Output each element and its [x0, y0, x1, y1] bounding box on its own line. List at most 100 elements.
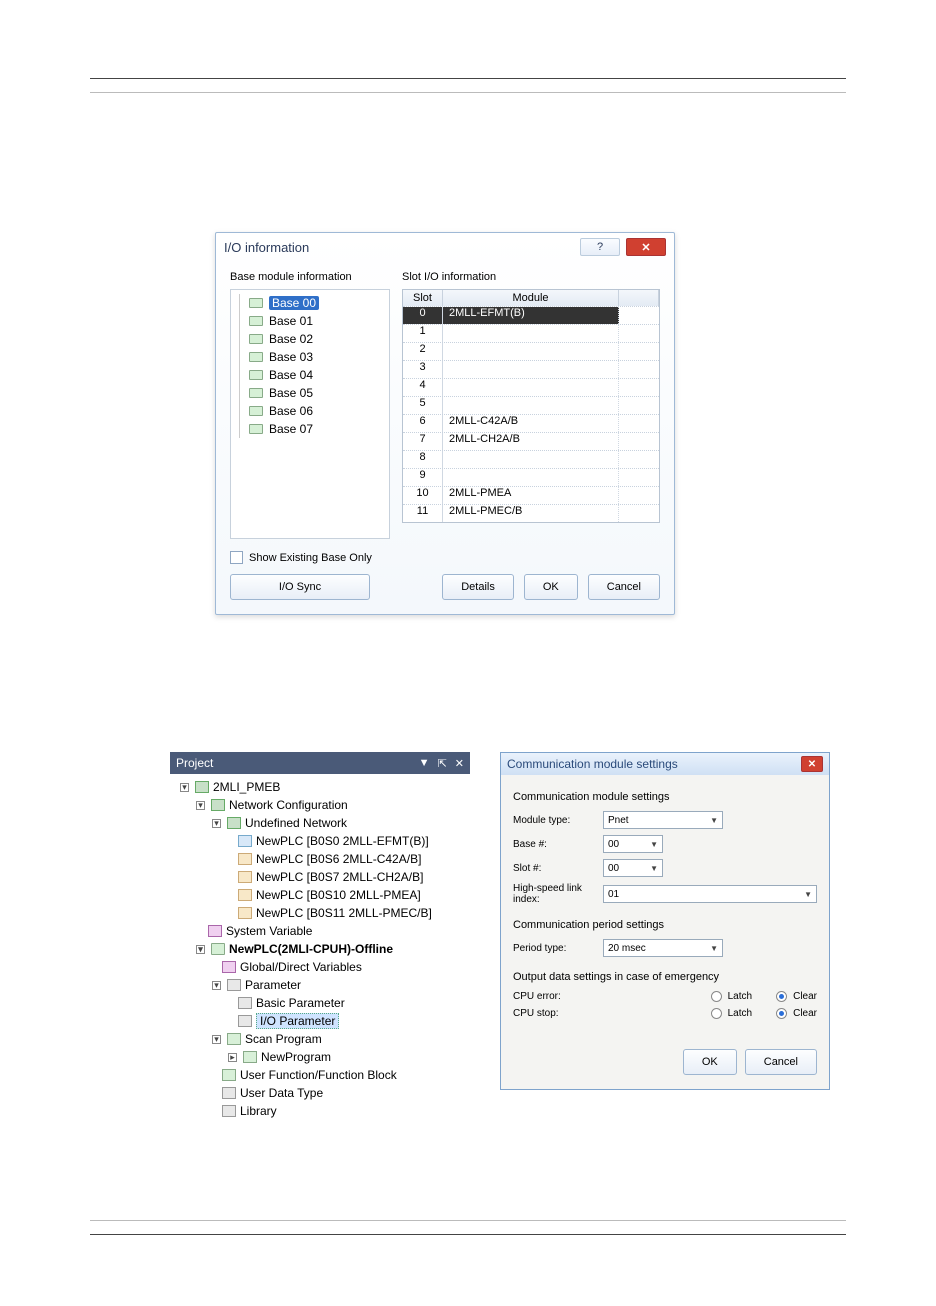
- ok-button[interactable]: OK: [524, 574, 578, 600]
- chevron-down-icon: ▼: [650, 864, 658, 873]
- period-type-combo[interactable]: 20 msec▼: [603, 939, 723, 957]
- tree-plc-node[interactable]: NewPLC [B0S0 2MLL-EFMT(B)]: [170, 832, 470, 850]
- table-row[interactable]: 2: [403, 342, 659, 360]
- table-row[interactable]: 02MLL-EFMT(B): [403, 306, 659, 324]
- io-title-bar[interactable]: I/O information ? ✕: [216, 233, 674, 261]
- base-label: Base 03: [269, 350, 313, 364]
- close-button[interactable]: ✕: [626, 238, 666, 256]
- help-button[interactable]: ?: [580, 238, 620, 256]
- tree-root[interactable]: ▾2MLI_PMEB: [170, 778, 470, 796]
- base-item[interactable]: Base 01: [235, 312, 385, 330]
- chevron-down-icon: ▼: [710, 816, 718, 825]
- tree-io-parameter[interactable]: I/O Parameter: [170, 1012, 470, 1030]
- variable-icon: [208, 925, 222, 937]
- program-icon: [227, 1033, 241, 1045]
- base-item[interactable]: Base 00: [235, 294, 385, 312]
- base-item[interactable]: Base 03: [235, 348, 385, 366]
- slot-number-label: Slot #:: [513, 863, 603, 874]
- library-icon: [222, 1105, 236, 1117]
- footer-rule: [90, 1234, 846, 1235]
- base-icon: [249, 406, 263, 416]
- dropdown-icon[interactable]: ▼: [419, 757, 430, 769]
- table-row[interactable]: 8: [403, 450, 659, 468]
- col-slot: Slot: [403, 290, 443, 306]
- base-label: Base 00: [269, 296, 319, 310]
- base-item[interactable]: Base 06: [235, 402, 385, 420]
- header-subrule: [90, 92, 846, 93]
- cpu-stop-clear-radio[interactable]: Clear: [776, 1008, 817, 1019]
- comm-title-text: Communication module settings: [507, 757, 678, 771]
- tree-system-variable[interactable]: System Variable: [170, 922, 470, 940]
- tree-globals[interactable]: Global/Direct Variables: [170, 958, 470, 976]
- tree-user-data-type[interactable]: User Data Type: [170, 1084, 470, 1102]
- plc-icon: [211, 943, 225, 955]
- tree-network-config[interactable]: ▾Network Configuration: [170, 796, 470, 814]
- base-item[interactable]: Base 05: [235, 384, 385, 402]
- cpu-error-latch-radio[interactable]: Latch: [711, 991, 752, 1002]
- chevron-down-icon: ▼: [710, 944, 718, 953]
- table-row[interactable]: 5: [403, 396, 659, 414]
- table-row[interactable]: 3: [403, 360, 659, 378]
- network-icon: [227, 817, 241, 829]
- show-existing-checkbox[interactable]: [230, 551, 243, 564]
- table-row[interactable]: 62MLL-C42A/B: [403, 414, 659, 432]
- table-row[interactable]: 112MLL-PMEC/B: [403, 504, 659, 522]
- grid-header: Slot Module: [403, 290, 659, 306]
- base-item[interactable]: Base 07: [235, 420, 385, 438]
- tree-library[interactable]: Library: [170, 1102, 470, 1120]
- module-type-combo[interactable]: Pnet▼: [603, 811, 723, 829]
- table-row[interactable]: 4: [403, 378, 659, 396]
- base-label: Base 01: [269, 314, 313, 328]
- ok-button[interactable]: OK: [683, 1049, 737, 1075]
- comm-title-bar[interactable]: Communication module settings ✕: [501, 753, 829, 775]
- project-panel: Project ▼ ⇱ ✕ ▾2MLI_PMEB ▾Network Config…: [170, 752, 470, 1124]
- close-button[interactable]: ✕: [801, 756, 823, 772]
- io-sync-button[interactable]: I/O Sync: [230, 574, 370, 600]
- pin-icon[interactable]: ⇱: [438, 757, 447, 770]
- network-icon: [211, 799, 225, 811]
- parameter-icon: [238, 997, 252, 1009]
- table-row[interactable]: 102MLL-PMEA: [403, 486, 659, 504]
- cancel-button[interactable]: Cancel: [745, 1049, 817, 1075]
- table-row[interactable]: 72MLL-CH2A/B: [403, 432, 659, 450]
- base-number-combo[interactable]: 00▼: [603, 835, 663, 853]
- table-row[interactable]: 1: [403, 324, 659, 342]
- project-tree[interactable]: ▾2MLI_PMEB ▾Network Configuration ▾Undef…: [170, 774, 470, 1124]
- slot-grid[interactable]: Slot Module 02MLL-EFMT(B) 1 2 3 4 5 62ML…: [402, 289, 660, 523]
- tree-undefined-network[interactable]: ▾Undefined Network: [170, 814, 470, 832]
- cancel-button[interactable]: Cancel: [588, 574, 660, 600]
- tree-new-program[interactable]: ▸NewProgram: [170, 1048, 470, 1066]
- tree-scan-program[interactable]: ▾Scan Program: [170, 1030, 470, 1048]
- close-icon[interactable]: ✕: [455, 757, 464, 770]
- module-icon: [238, 907, 252, 919]
- tree-plc-node[interactable]: NewPLC [B0S11 2MLL-PMEC/B]: [170, 904, 470, 922]
- base-icon: [249, 298, 263, 308]
- cpu-error-clear-radio[interactable]: Clear: [776, 991, 817, 1002]
- tree-plc-node[interactable]: NewPLC [B0S10 2MLL-PMEA]: [170, 886, 470, 904]
- cpu-stop-latch-radio[interactable]: Latch: [711, 1008, 752, 1019]
- tree-user-function[interactable]: User Function/Function Block: [170, 1066, 470, 1084]
- tree-plc-node[interactable]: NewPLC [B0S7 2MLL-CH2A/B]: [170, 868, 470, 886]
- header-rule: [90, 78, 846, 79]
- project-icon: [195, 781, 209, 793]
- tree-basic-parameter[interactable]: Basic Parameter: [170, 994, 470, 1012]
- details-button[interactable]: Details: [442, 574, 514, 600]
- parameter-icon: [238, 1015, 252, 1027]
- slot-number-combo[interactable]: 00▼: [603, 859, 663, 877]
- io-title-text: I/O information: [224, 240, 309, 255]
- function-icon: [222, 1069, 236, 1081]
- close-icon: ✕: [641, 241, 650, 254]
- tree-parameter[interactable]: ▾Parameter: [170, 976, 470, 994]
- hsl-index-combo[interactable]: 01▼: [603, 885, 817, 903]
- table-row[interactable]: 9: [403, 468, 659, 486]
- datatype-icon: [222, 1087, 236, 1099]
- module-icon: [238, 889, 252, 901]
- base-item[interactable]: Base 02: [235, 330, 385, 348]
- base-icon: [249, 334, 263, 344]
- base-label: Base 07: [269, 422, 313, 436]
- tree-plc-node[interactable]: NewPLC [B0S6 2MLL-C42A/B]: [170, 850, 470, 868]
- base-item[interactable]: Base 04: [235, 366, 385, 384]
- tree-plc-offline[interactable]: ▾NewPLC(2MLI-CPUH)-Offline: [170, 940, 470, 958]
- project-header[interactable]: Project ▼ ⇱ ✕: [170, 752, 470, 774]
- base-tree[interactable]: Base 00 Base 01 Base 02 Base 03 Base 04 …: [230, 289, 390, 539]
